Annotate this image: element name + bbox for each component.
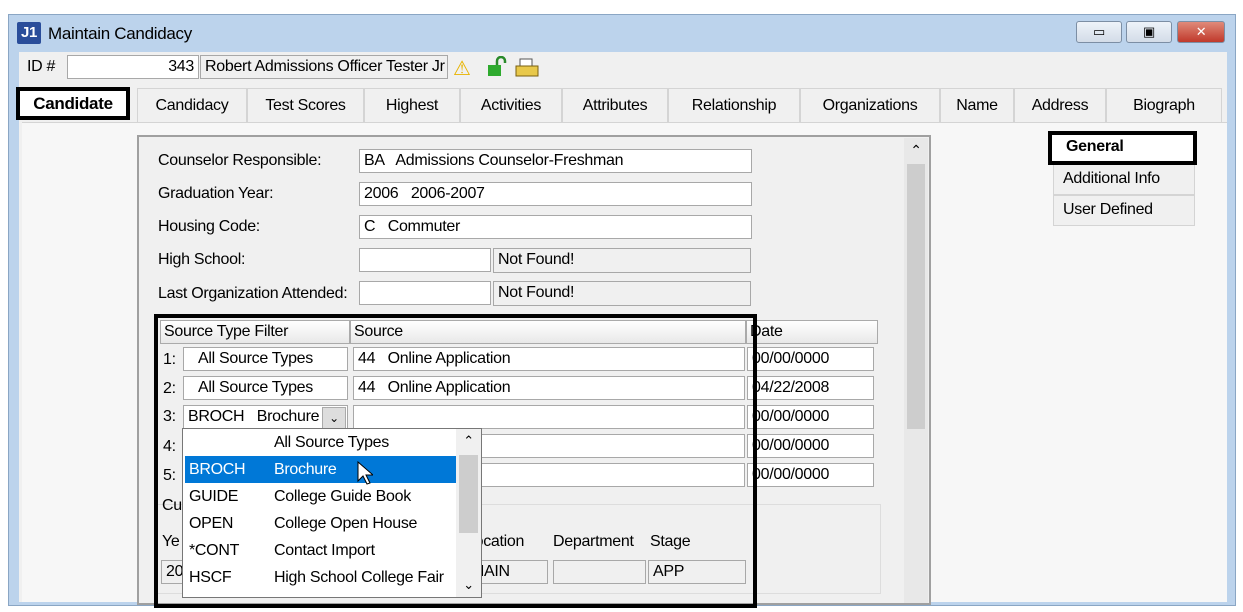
date-input[interactable]: 00/00/0000 [747, 463, 874, 487]
high-school-label: High School: [158, 251, 246, 268]
id-label: ID # [27, 58, 56, 75]
last-org-input[interactable] [359, 281, 491, 305]
panel-scrollbar[interactable]: ⌃ [904, 138, 928, 603]
grad-year-input[interactable]: 2006 2006-2007 [359, 182, 752, 206]
tab-activities[interactable]: Activities [460, 88, 562, 122]
date-input[interactable]: 00/00/0000 [747, 347, 874, 371]
source-grid-highlight [154, 314, 757, 608]
tab-name[interactable]: Name [940, 88, 1014, 122]
housing-input[interactable]: C Commuter [359, 215, 752, 239]
header-date[interactable]: Date [746, 320, 878, 344]
high-school-input[interactable] [359, 248, 491, 272]
date-input[interactable]: 00/00/0000 [747, 434, 874, 458]
name-display: Robert Admissions Officer Tester Jr [200, 55, 448, 79]
tab-organizations[interactable]: Organizations [800, 88, 940, 122]
folder-print-icon[interactable] [515, 58, 539, 78]
minimize-button[interactable]: ▭ [1076, 21, 1122, 43]
housing-label: Housing Code: [158, 218, 260, 235]
tab-attributes[interactable]: Attributes [562, 88, 668, 122]
tab-highest[interactable]: Highest [364, 88, 460, 122]
side-tab-additional-info[interactable]: Additional Info [1053, 164, 1195, 195]
last-org-status: Not Found! [493, 281, 751, 306]
date-input[interactable]: 04/22/2008 [747, 376, 874, 400]
app-icon: J1 [17, 22, 41, 44]
tab-relationship[interactable]: Relationship [668, 88, 800, 122]
warning-icon[interactable]: ⚠ [453, 56, 471, 81]
restore-button[interactable]: ▣ [1126, 21, 1172, 43]
tab-candidate[interactable]: Candidate [16, 87, 130, 120]
tab-address[interactable]: Address [1014, 88, 1106, 122]
id-input[interactable]: 343 [67, 55, 199, 79]
tab-biograph[interactable]: Biograph [1106, 88, 1222, 122]
counselor-input[interactable]: BA Admissions Counselor-Freshman [359, 149, 752, 173]
tab-test-scores[interactable]: Test Scores [247, 88, 364, 122]
last-org-label: Last Organization Attended: [158, 285, 348, 302]
window-title: Maintain Candidacy [48, 24, 192, 43]
high-school-status: Not Found! [493, 248, 751, 273]
grad-year-label: Graduation Year: [158, 185, 274, 202]
close-button[interactable]: ✕ [1177, 21, 1225, 43]
side-tab-user-defined[interactable]: User Defined [1053, 195, 1195, 226]
unlock-icon[interactable] [486, 55, 508, 78]
date-input[interactable]: 00/00/0000 [747, 405, 874, 429]
tab-candidacy[interactable]: Candidacy [137, 88, 247, 122]
counselor-label: Counselor Responsible: [158, 152, 322, 169]
side-tab-general[interactable]: General [1048, 131, 1197, 165]
